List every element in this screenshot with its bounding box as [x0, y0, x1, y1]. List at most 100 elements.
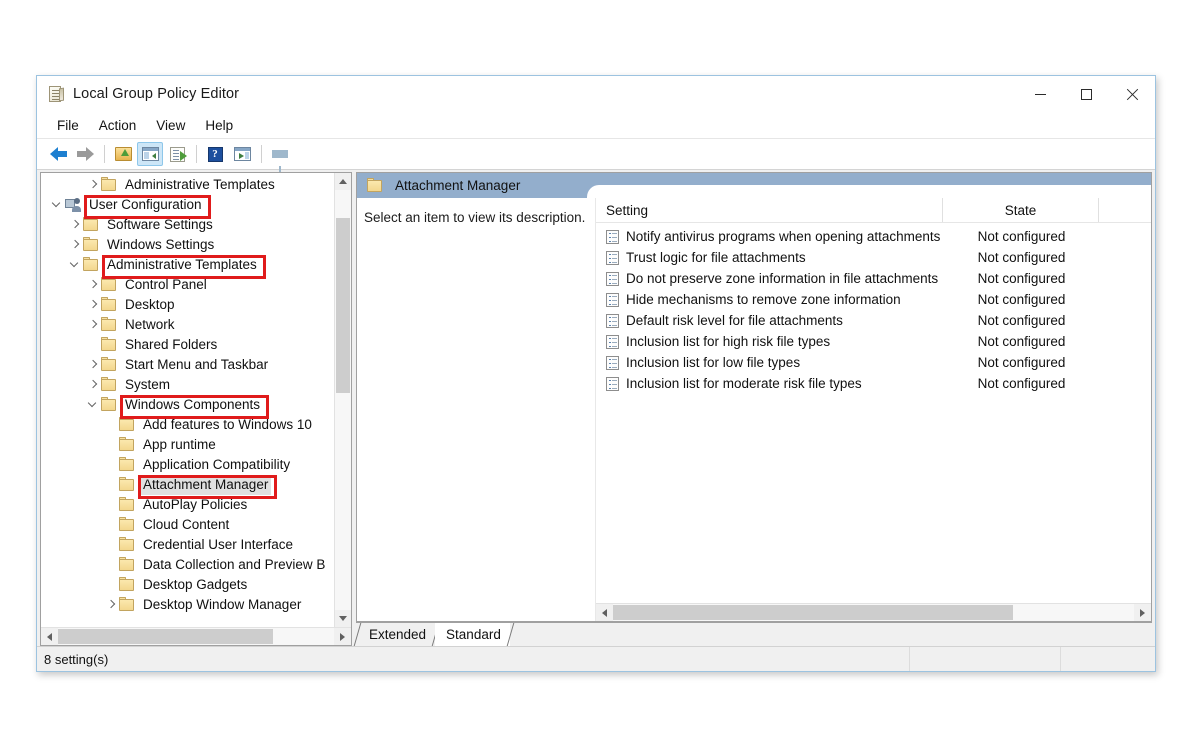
- details-tab: Attachment Manager: [357, 173, 535, 198]
- show-hide-console-tree-button[interactable]: [137, 142, 163, 166]
- view-tabs: Extended Standard: [353, 621, 1152, 646]
- scroll-right-button[interactable]: [334, 628, 351, 645]
- folder-icon: [119, 537, 134, 551]
- scroll-left-button[interactable]: [41, 628, 58, 645]
- up-one-level-button[interactable]: [110, 142, 136, 166]
- properties-button[interactable]: [229, 142, 255, 166]
- chevron-right-icon[interactable]: [85, 355, 101, 375]
- tree-item[interactable]: System: [41, 375, 334, 395]
- settings-horizontal-scrollbar[interactable]: [596, 603, 1151, 621]
- settings-row-name-cell: Inclusion list for low file types: [596, 355, 944, 370]
- folder-icon: [119, 597, 134, 611]
- tree-item[interactable]: Shared Folders: [41, 335, 334, 355]
- settings-row-label: Inclusion list for high risk file types: [626, 334, 831, 349]
- forward-button[interactable]: [72, 142, 98, 166]
- settings-hscroll-thumb[interactable]: [613, 605, 1013, 620]
- scroll-down-button[interactable]: [335, 610, 351, 627]
- tree-item[interactable]: Desktop Gadgets: [41, 575, 334, 595]
- menu-action[interactable]: Action: [89, 115, 147, 136]
- title-bar: Local Group Policy Editor: [37, 76, 1155, 112]
- settings-row[interactable]: Trust logic for file attachments Not conf…: [596, 247, 1151, 268]
- maximize-icon: [1080, 88, 1092, 100]
- tree-horizontal-scrollbar[interactable]: [41, 627, 351, 645]
- tree-item[interactable]: Software Settings: [41, 215, 334, 235]
- tree-item[interactable]: Network: [41, 315, 334, 335]
- tree-item[interactable]: Administrative Templates: [41, 175, 334, 195]
- maximize-button[interactable]: [1063, 76, 1109, 112]
- settings-scroll-left-button[interactable]: [596, 604, 613, 621]
- tree-vertical-scrollbar[interactable]: [334, 173, 351, 627]
- tree-item[interactable]: Administrative Templates: [41, 255, 334, 275]
- tree-item[interactable]: Attachment Manager: [41, 475, 334, 495]
- settings-row[interactable]: Inclusion list for high risk file types N…: [596, 331, 1151, 352]
- tree-item[interactable]: Application Compatibility: [41, 455, 334, 475]
- settings-row-state: Not configured: [977, 250, 1066, 265]
- tree-item-label: Application Compatibility: [143, 456, 291, 472]
- tab-standard[interactable]: Standard: [435, 623, 515, 646]
- tree-item[interactable]: Desktop: [41, 295, 334, 315]
- tree-item[interactable]: Data Collection and Preview B: [41, 555, 334, 575]
- chevron-right-icon[interactable]: [67, 215, 83, 235]
- tree-item[interactable]: User Configuration: [41, 195, 334, 215]
- settings-hscroll-track[interactable]: [613, 604, 1134, 621]
- tree-item-label: Administrative Templates: [125, 176, 275, 192]
- window-controls: [1017, 76, 1155, 112]
- column-header-state[interactable]: State: [943, 198, 1099, 222]
- folder-icon: [101, 297, 116, 311]
- settings-row-name-cell: Inclusion list for moderate risk file ty…: [596, 376, 944, 391]
- chevron-right-icon[interactable]: [67, 235, 83, 255]
- settings-row-name-cell: Default risk level for file attachments: [596, 313, 944, 328]
- settings-row[interactable]: Do not preserve zone information in file…: [596, 268, 1151, 289]
- tree-item[interactable]: Windows Components: [41, 395, 334, 415]
- tab-extended[interactable]: Extended: [353, 623, 440, 646]
- scroll-up-button[interactable]: [335, 173, 351, 190]
- settings-row[interactable]: Notify antivirus programs when opening a…: [596, 226, 1151, 247]
- export-list-button[interactable]: [164, 142, 190, 166]
- chevron-down-icon[interactable]: [49, 195, 65, 215]
- tree-item[interactable]: Windows Settings: [41, 235, 334, 255]
- tree-item[interactable]: Cloud Content: [41, 515, 334, 535]
- chevron-down-icon[interactable]: [85, 395, 101, 415]
- chevron-right-icon[interactable]: [85, 315, 101, 335]
- settings-row-label: Trust logic for file attachments: [626, 250, 806, 265]
- policy-setting-icon: [606, 355, 619, 370]
- menu-view[interactable]: View: [146, 115, 195, 136]
- console-tree[interactable]: Administrative Templates User Configurati…: [41, 173, 334, 627]
- tree-hscroll-thumb[interactable]: [58, 629, 273, 644]
- settings-scroll-right-button[interactable]: [1134, 604, 1151, 621]
- chevron-right-icon[interactable]: [103, 595, 119, 615]
- help-button[interactable]: ?: [202, 142, 228, 166]
- chevron-down-icon[interactable]: [67, 255, 83, 275]
- chevron-right-icon[interactable]: [85, 295, 101, 315]
- menu-file[interactable]: File: [47, 115, 89, 136]
- minimize-button[interactable]: [1017, 76, 1063, 112]
- menu-help[interactable]: Help: [195, 115, 243, 136]
- tree-item[interactable]: Desktop Window Manager: [41, 595, 334, 615]
- tree-item[interactable]: Add features to Windows 10: [41, 415, 334, 435]
- chevron-right-icon[interactable]: [85, 175, 101, 195]
- filter-button[interactable]: [267, 142, 293, 172]
- tree-indent-spacer: [103, 515, 119, 535]
- tree-item[interactable]: Control Panel: [41, 275, 334, 295]
- tree-item[interactable]: AutoPlay Policies: [41, 495, 334, 515]
- settings-row-state: Not configured: [977, 229, 1066, 244]
- settings-row[interactable]: Inclusion list for low file types Not con…: [596, 352, 1151, 373]
- settings-row[interactable]: Hide mechanisms to remove zone informati…: [596, 289, 1151, 310]
- settings-row[interactable]: Default risk level for file attachments N…: [596, 310, 1151, 331]
- column-header-setting[interactable]: Setting: [596, 198, 943, 222]
- tree-item[interactable]: Credential User Interface: [41, 535, 334, 555]
- tree-item[interactable]: Start Menu and Taskbar: [41, 355, 334, 375]
- tree-hscroll-track[interactable]: [58, 628, 334, 645]
- back-button[interactable]: [45, 142, 71, 166]
- tree-vscroll-thumb[interactable]: [336, 218, 350, 393]
- tree-vscroll-track[interactable]: [335, 190, 351, 610]
- column-header-comment[interactable]: [1099, 198, 1151, 222]
- settings-row[interactable]: Inclusion list for moderate risk file ty…: [596, 373, 1151, 394]
- chevron-right-icon[interactable]: [85, 275, 101, 295]
- tree-item[interactable]: App runtime: [41, 435, 334, 455]
- settings-row-name-cell: Trust logic for file attachments: [596, 250, 944, 265]
- close-button[interactable]: [1109, 76, 1155, 112]
- settings-list-rows[interactable]: Notify antivirus programs when opening a…: [596, 223, 1151, 603]
- chevron-right-icon[interactable]: [85, 375, 101, 395]
- settings-row-name-cell: Notify antivirus programs when opening a…: [596, 229, 944, 244]
